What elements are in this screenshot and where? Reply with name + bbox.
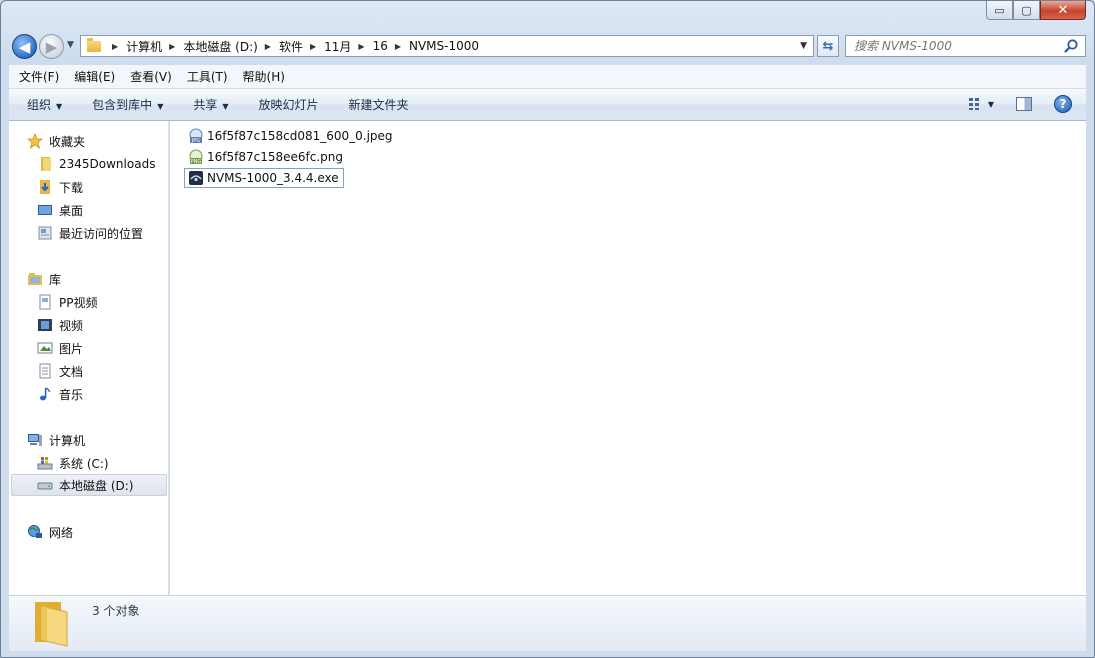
folder-icon	[41, 157, 51, 171]
view-dropdown-icon[interactable]: ▼	[988, 100, 994, 109]
picture-icon	[37, 342, 53, 354]
minimize-icon: ▭	[994, 3, 1005, 17]
exe-file-icon	[189, 171, 203, 185]
chevron-down-icon: ▼	[222, 102, 229, 111]
document-icon	[39, 363, 51, 379]
svg-text:JPG: JPG	[191, 138, 200, 144]
menu-view[interactable]: 查看(V)	[130, 68, 172, 85]
menu-bar: 文件(F) 编辑(E) 查看(V) 工具(T) 帮助(H)	[9, 65, 1086, 89]
folder-icon	[35, 602, 68, 647]
help-icon: ?	[1059, 97, 1067, 111]
share-button[interactable]: 共享 ▼	[193, 96, 228, 113]
change-view-button[interactable]	[964, 94, 988, 114]
star-icon	[27, 133, 43, 149]
hard-drive-icon	[37, 482, 53, 490]
forward-arrow-icon: ▶	[45, 37, 58, 56]
network-icon	[28, 525, 42, 538]
nav-item-drive-d[interactable]: 本地磁盘 (D:)	[11, 474, 167, 496]
refresh-icon: ⇆	[822, 38, 834, 54]
system-drive-icon	[37, 457, 53, 470]
nav-item-music[interactable]: 音乐	[37, 383, 83, 405]
file-list: JPG 16f5f87c158cd081_600_0.jpeg PNG 16f5…	[170, 121, 1086, 595]
computer-icon	[28, 434, 42, 446]
explorer-window: ▭ ▢ ✕ ◀ ▶ ▼ ▶ 计算机 ▶ 本地磁盘 (D:) ▶ 软件 ▶ 11月…	[0, 0, 1095, 658]
recent-places-icon	[38, 226, 52, 240]
breadcrumb-separator-icon[interactable]: ▶	[358, 42, 364, 51]
close-icon: ✕	[1057, 2, 1069, 18]
breadcrumb-nvms[interactable]: NVMS-1000	[409, 39, 479, 53]
back-button[interactable]: ◀	[12, 34, 37, 59]
nav-libraries[interactable]: 库	[27, 268, 61, 290]
include-in-library-button[interactable]: 包含到库中 ▼	[92, 96, 163, 113]
menu-tools[interactable]: 工具(T)	[187, 68, 228, 85]
nav-item-downloads[interactable]: 下载	[37, 176, 83, 198]
chevron-down-icon: ▼	[56, 102, 63, 111]
desktop-icon	[38, 205, 52, 215]
nav-item-pictures[interactable]: 图片	[37, 337, 83, 359]
command-bar: 组织 ▼ 包含到库中 ▼ 共享 ▼ 放映幻灯片 新建文件夹 ▼ ?	[9, 89, 1086, 121]
close-button[interactable]: ✕	[1040, 1, 1086, 20]
nav-network[interactable]: 网络	[27, 521, 73, 543]
breadcrumb-software[interactable]: 软件	[279, 38, 303, 55]
minimize-button[interactable]: ▭	[986, 1, 1013, 20]
jpeg-file-icon: JPG	[189, 128, 203, 144]
nav-item-2345downloads[interactable]: 2345Downloads	[37, 153, 155, 175]
breadcrumb-computer[interactable]: 计算机	[126, 38, 162, 55]
refresh-button[interactable]: ⇆	[817, 35, 839, 57]
video-icon	[38, 319, 52, 331]
address-row: ◀ ▶ ▼ ▶ 计算机 ▶ 本地磁盘 (D:) ▶ 软件 ▶ 11月 ▶ 16 …	[9, 32, 1086, 60]
breadcrumb-separator-icon[interactable]: ▶	[395, 42, 401, 51]
breadcrumb-separator-icon[interactable]: ▶	[112, 42, 118, 51]
slideshow-button[interactable]: 放映幻灯片	[259, 96, 319, 113]
preview-pane-button[interactable]	[1016, 97, 1032, 111]
view-controls: ▼ ?	[964, 94, 1072, 114]
search-input[interactable]	[846, 37, 1051, 55]
item-count: 3 个对象	[92, 604, 140, 618]
navigation-pane: 收藏夹 2345Downloads 下载 桌面 最近访问的位置 库 PP视频 视…	[9, 121, 169, 595]
folder-icon	[87, 37, 101, 52]
file-item-png[interactable]: PNG 16f5f87c158ee6fc.png	[185, 147, 347, 167]
breadcrumb-separator-icon[interactable]: ▶	[169, 42, 175, 51]
view-grid-icon	[968, 98, 979, 110]
breadcrumb-drive-d[interactable]: 本地磁盘 (D:)	[183, 38, 257, 55]
back-arrow-icon: ◀	[18, 37, 31, 56]
breadcrumb-separator-icon[interactable]: ▶	[310, 42, 316, 51]
search-box[interactable]	[845, 35, 1086, 57]
document-icon	[39, 294, 51, 310]
nav-item-recent-places[interactable]: 最近访问的位置	[37, 222, 143, 244]
svg-text:PNG: PNG	[191, 159, 202, 165]
forward-button[interactable]: ▶	[39, 34, 64, 59]
maximize-button[interactable]: ▢	[1013, 1, 1040, 20]
breadcrumb-separator-icon[interactable]: ▶	[265, 42, 271, 51]
help-button[interactable]: ?	[1054, 95, 1072, 113]
file-item-exe[interactable]: NVMS-1000_3.4.4.exe	[184, 168, 344, 188]
nav-item-documents[interactable]: 文档	[37, 360, 83, 382]
caption-buttons: ▭ ▢ ✕	[986, 1, 1086, 20]
download-folder-icon	[40, 180, 50, 194]
file-item-jpeg[interactable]: JPG 16f5f87c158cd081_600_0.jpeg	[185, 126, 397, 146]
new-folder-button[interactable]: 新建文件夹	[349, 96, 409, 113]
address-dropdown-icon[interactable]: ▼	[800, 41, 807, 51]
png-file-icon: PNG	[189, 149, 203, 165]
details-pane: 3 个对象	[9, 595, 1086, 651]
address-bar[interactable]: ▶ 计算机 ▶ 本地磁盘 (D:) ▶ 软件 ▶ 11月 ▶ 16 ▶ NVMS…	[80, 35, 814, 57]
nav-item-pp-video[interactable]: PP视频	[37, 291, 97, 313]
library-icon	[28, 273, 42, 285]
breadcrumb-november[interactable]: 11月	[324, 38, 351, 55]
menu-help[interactable]: 帮助(H)	[243, 68, 285, 85]
breadcrumb-16[interactable]: 16	[373, 39, 388, 53]
organize-button[interactable]: 组织 ▼	[27, 96, 62, 113]
nav-favorites[interactable]: 收藏夹	[27, 130, 85, 152]
nav-item-videos[interactable]: 视频	[37, 314, 83, 336]
maximize-icon: ▢	[1021, 3, 1032, 17]
menu-file[interactable]: 文件(F)	[19, 68, 59, 85]
music-note-icon	[40, 387, 51, 401]
chevron-down-icon: ▼	[157, 102, 164, 111]
nav-item-desktop[interactable]: 桌面	[37, 199, 83, 221]
nav-computer[interactable]: 计算机	[27, 429, 85, 451]
menu-edit[interactable]: 编辑(E)	[74, 68, 115, 85]
nav-item-drive-c[interactable]: 系统 (C:)	[37, 452, 109, 474]
search-icon[interactable]	[1063, 38, 1079, 54]
recent-pages-dropdown[interactable]: ▼	[67, 40, 74, 50]
